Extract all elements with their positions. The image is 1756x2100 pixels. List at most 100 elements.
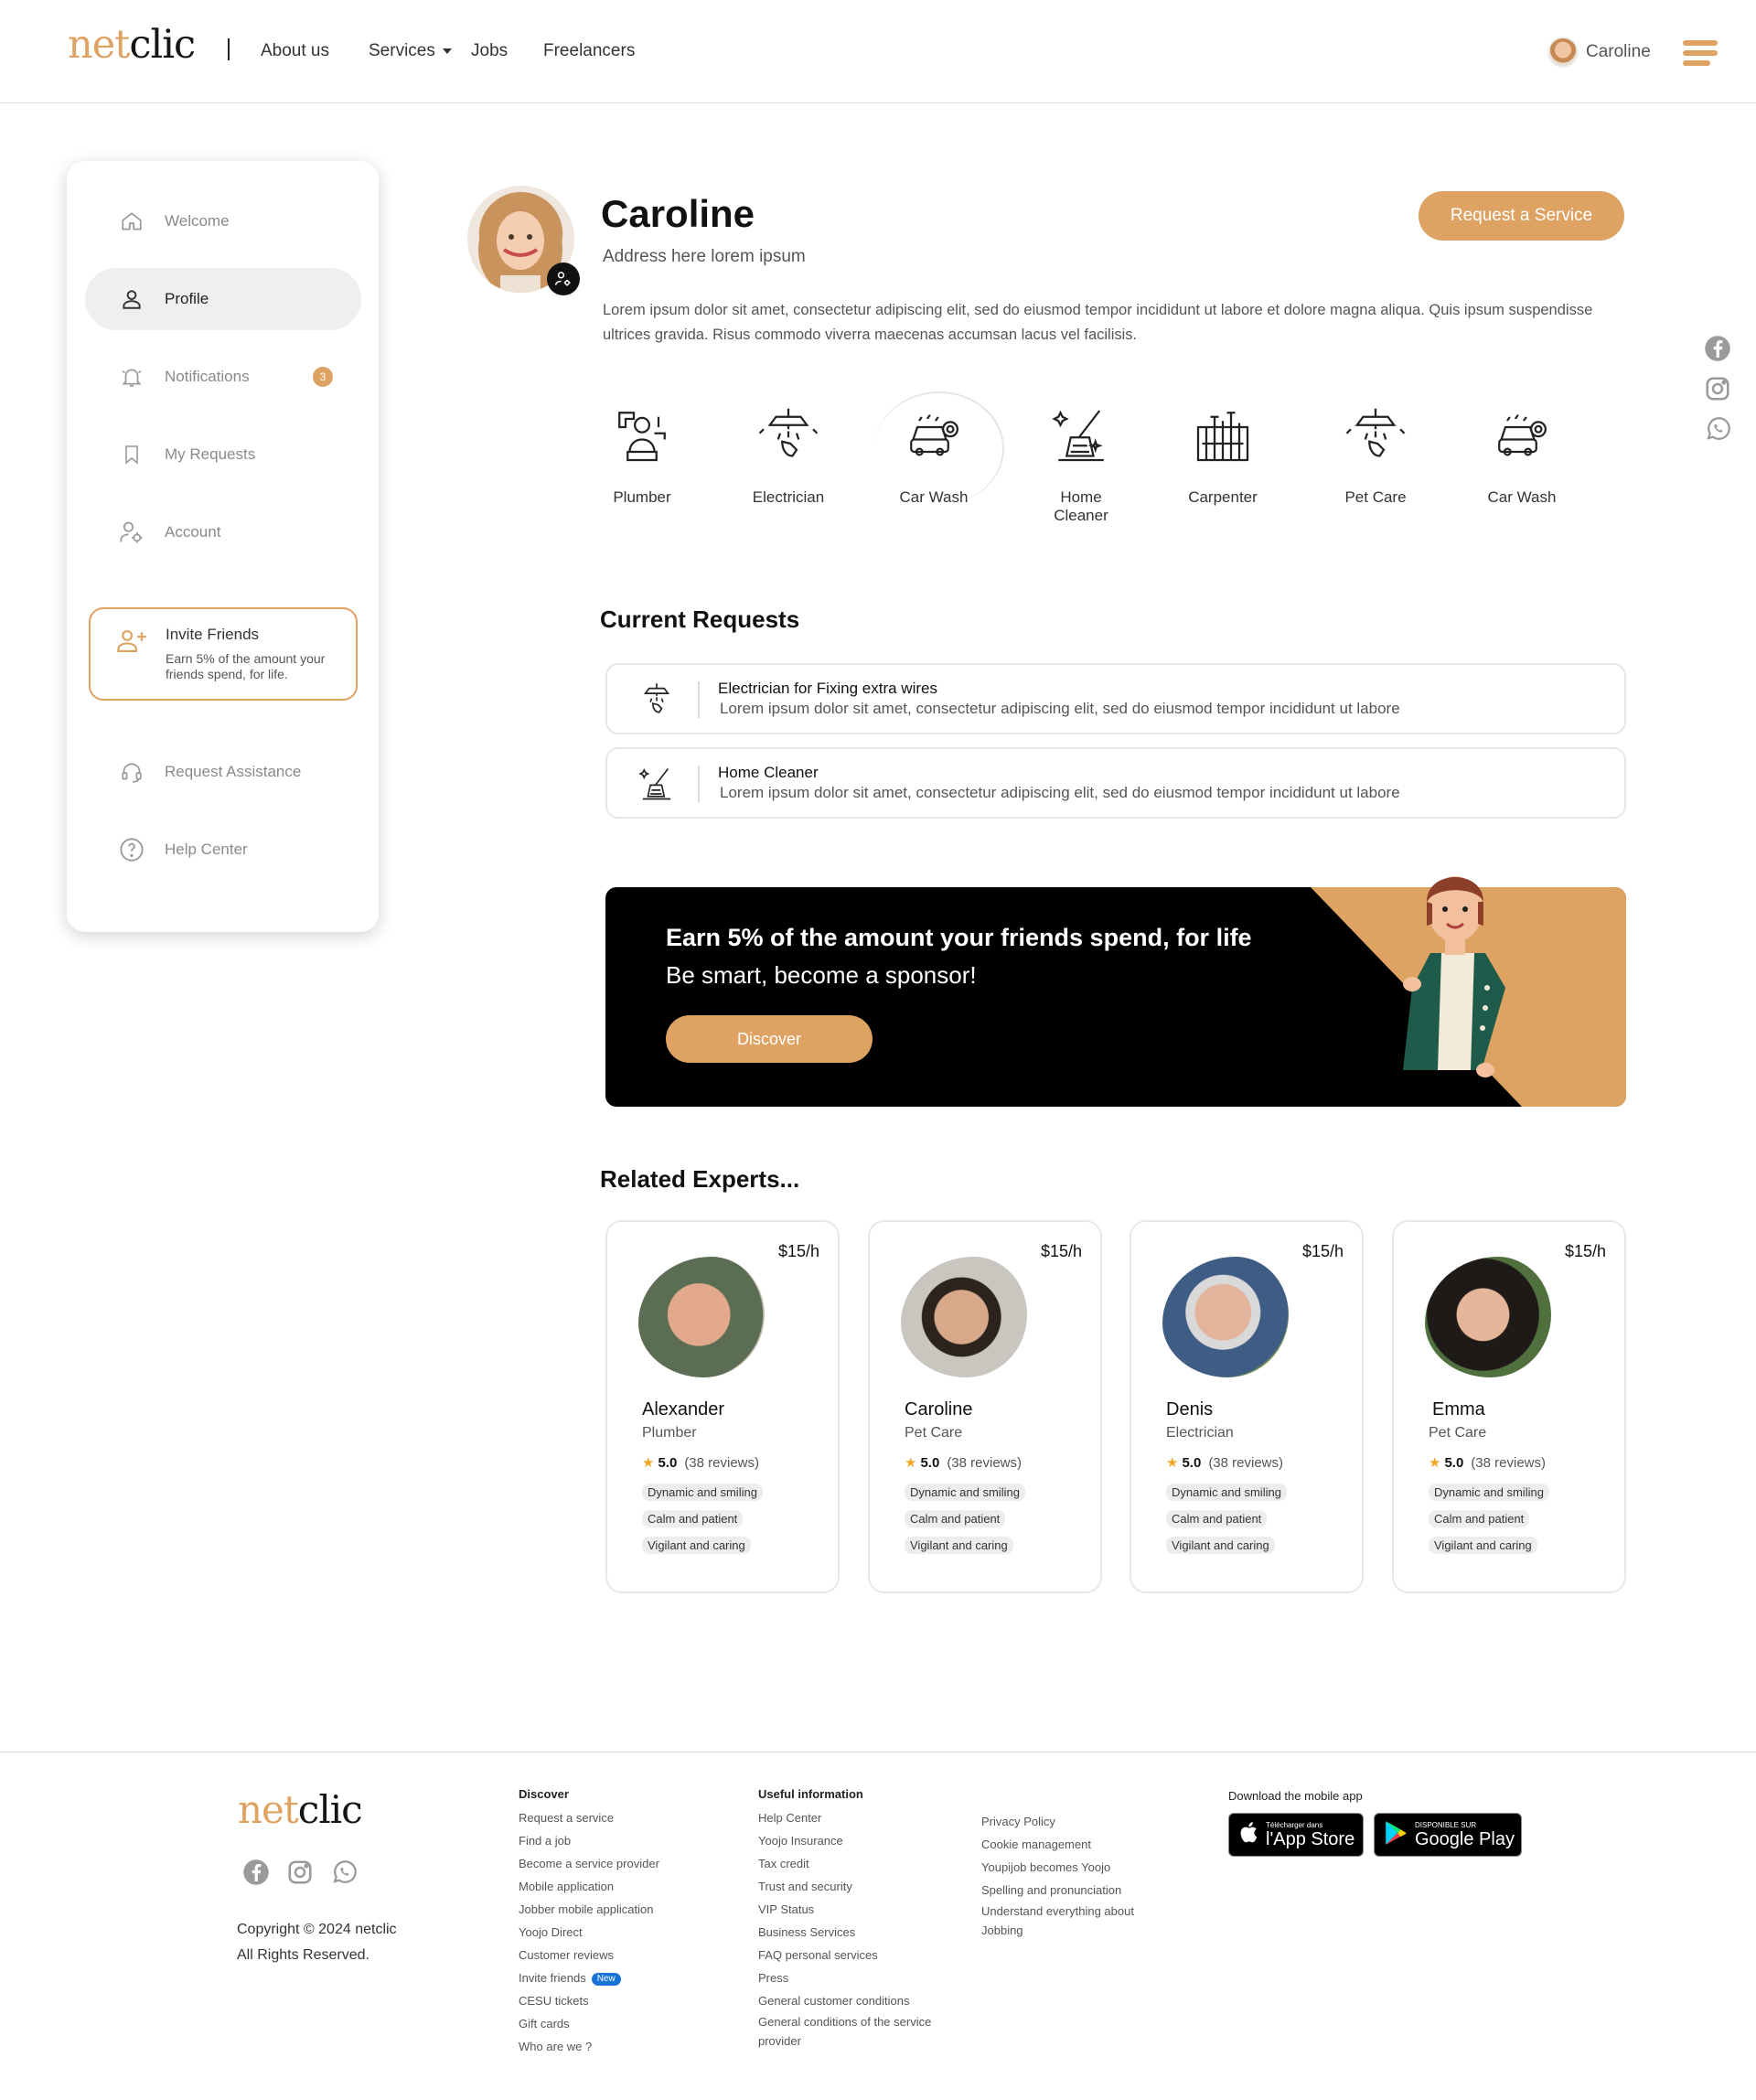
facebook-icon[interactable] [1704, 335, 1731, 362]
footer-link[interactable]: Gift cards [519, 2012, 659, 2035]
service-label: Car Wash [899, 488, 969, 506]
footer-col-legal: Privacy Policy Cookie management Youpijo… [981, 1810, 1164, 1940]
footer-link[interactable]: Who are we ? [519, 2035, 659, 2058]
expert-tag: Dynamic and smiling [905, 1484, 1025, 1501]
service-label: Pet Care [1344, 488, 1407, 506]
whatsapp-icon[interactable] [330, 1859, 358, 1886]
footer-link[interactable]: Yoojo Insurance [758, 1829, 959, 1852]
instagram-icon[interactable] [1704, 375, 1731, 402]
nav-services[interactable]: Services [369, 41, 452, 61]
avatar [1547, 37, 1579, 68]
request-title: Electrician for Fixing extra wires [718, 680, 937, 697]
nav-about[interactable]: About us [261, 41, 329, 61]
footer-link[interactable]: Youpijob becomes Yoojo [981, 1856, 1164, 1879]
request-title: Home Cleaner [718, 764, 819, 781]
google-play-small-label: DISPONIBLE SUR [1415, 1820, 1477, 1829]
facebook-icon[interactable] [242, 1859, 270, 1886]
nav-jobs[interactable]: Jobs [471, 41, 508, 61]
sidebar-item-request-assistance[interactable]: Request Assistance [85, 741, 361, 803]
service-pet-care[interactable]: Pet Care [1312, 402, 1440, 507]
invite-friends-card[interactable]: Invite Friends Earn 5% of the amount you… [89, 607, 358, 701]
netclic-logo[interactable]: netclic [68, 22, 196, 68]
expert-card[interactable]: $15/h Denis Electrician ★ 5.0 (38 reviews)… [1130, 1220, 1364, 1593]
footer-link[interactable]: General conditions of the service provid… [758, 2012, 959, 2051]
sidebar-item-profile[interactable]: Profile [85, 268, 361, 330]
user-menu[interactable]: Caroline [1547, 37, 1651, 68]
sidebar-item-notifications[interactable]: Notifications 3 [85, 346, 361, 408]
service-car-wash-2[interactable]: Car Wash [1458, 402, 1586, 507]
footer-link[interactable]: Yoojo Direct [519, 1921, 659, 1944]
download-app-title: Download the mobile app [1228, 1789, 1363, 1803]
hamburger-menu-icon[interactable] [1683, 40, 1718, 66]
expert-tag: Calm and patient [1429, 1510, 1530, 1527]
profile-name: Caroline [601, 192, 755, 235]
footer-link[interactable]: Business Services [758, 1921, 959, 1944]
sidebar-item-help-center[interactable]: Help Center [85, 819, 361, 881]
copyright: Copyright © 2024 netclic All Rights Rese… [237, 1917, 397, 1968]
footer-link[interactable]: Jobber mobile application [519, 1898, 659, 1921]
nav-freelancers[interactable]: Freelancers [543, 41, 635, 61]
expert-price: $15/h [1301, 1242, 1344, 1260]
app-store-button[interactable]: Télécharger dans l'App Store [1228, 1813, 1364, 1857]
google-play-button[interactable]: DISPONIBLE SUR Google Play [1374, 1813, 1522, 1857]
sidebar-item-my-requests[interactable]: My Requests [85, 423, 361, 486]
netclic-logo[interactable]: netclic [238, 1787, 363, 1832]
footer-link[interactable]: CESU tickets [519, 1989, 659, 2012]
footer-link[interactable]: Tax credit [758, 1852, 959, 1875]
expert-tag: Vigilant and caring [642, 1537, 751, 1554]
footer-link[interactable]: FAQ personal services [758, 1944, 959, 1966]
footer-link[interactable]: VIP Status [758, 1898, 959, 1921]
sidebar-item-account[interactable]: Account [85, 501, 361, 563]
top-header: netclic About us Services Jobs Freelance… [0, 0, 1756, 103]
related-experts-title: Related Experts... [600, 1165, 800, 1193]
expert-role: Pet Care [905, 1425, 963, 1441]
footer-link[interactable]: Cookie management [981, 1833, 1164, 1856]
edit-profile-gear-icon[interactable] [547, 262, 580, 295]
whatsapp-icon[interactable] [1704, 415, 1731, 443]
footer-link[interactable]: General customer conditions [758, 1989, 959, 2012]
copyright-text: Copyright © 2024 netclic [237, 1922, 397, 1937]
user-plus-icon [116, 627, 147, 659]
service-home-cleaner[interactable]: Home Cleaner [1017, 402, 1145, 525]
footer-link[interactable]: Become a service provider [519, 1852, 659, 1875]
footer-col-title: Useful information [758, 1787, 863, 1801]
profile-description: Lorem ipsum dolor sit amet, consectetur … [603, 302, 1593, 343]
footer-link[interactable]: Trust and security [758, 1875, 959, 1898]
discover-button[interactable]: Discover [666, 1015, 873, 1063]
service-car-wash[interactable]: Car Wash [870, 402, 998, 507]
request-service-button[interactable]: Request a Service [1419, 191, 1624, 241]
expert-name: Alexander [642, 1399, 725, 1420]
footer-link-invite[interactable]: Invite friends New [519, 1966, 659, 1989]
request-item[interactable]: Home Cleaner Lorem ipsum dolor sit amet,… [605, 747, 1626, 819]
google-play-icon [1384, 1820, 1408, 1850]
footer-link[interactable]: Press [758, 1966, 959, 1989]
service-electrician[interactable]: Electrician [724, 402, 852, 507]
footer-link[interactable]: Mobile application [519, 1875, 659, 1898]
request-description: Lorem ipsum dolor sit amet, consectetur … [720, 784, 1400, 801]
footer-link[interactable]: Customer reviews [519, 1944, 659, 1966]
home-cleaner-icon [637, 764, 677, 804]
footer-link[interactable]: Find a job [519, 1829, 659, 1852]
request-item[interactable]: Electrician for Fixing extra wires Lorem… [605, 663, 1626, 734]
service-plumber[interactable]: Plumber [578, 402, 706, 507]
footer-link[interactable]: Spelling and pronunciation [981, 1879, 1164, 1902]
footer-link[interactable]: Privacy Policy [981, 1810, 1164, 1833]
footer: netclic Copyright © 2024 netclic All Rig… [0, 1752, 1756, 2100]
star-icon: ★ [905, 1455, 917, 1471]
request-description: Lorem ipsum dolor sit amet, consectetur … [720, 700, 1400, 717]
sidebar-item-welcome[interactable]: Welcome [85, 190, 361, 252]
expert-card[interactable]: $15/h Alexander Plumber ★ 5.0 (38 reviews)… [605, 1220, 840, 1593]
expert-price: $15/h [1564, 1242, 1606, 1260]
footer-link[interactable]: Request a service [519, 1806, 659, 1829]
expert-card[interactable]: $15/h Caroline Pet Care ★ 5.0 (38 reviews)… [868, 1220, 1102, 1593]
footer-link[interactable]: Help Center [758, 1806, 959, 1829]
instagram-icon[interactable] [286, 1859, 314, 1886]
footer-col-useful: Useful information Help Center Yoojo Ins… [758, 1787, 959, 2051]
divider [698, 681, 700, 718]
expert-card[interactable]: $15/h Emma Pet Care ★ 5.0 (38 reviews) Dyn… [1392, 1220, 1626, 1593]
footer-link[interactable]: Understand everything about Jobbing [981, 1902, 1164, 1940]
user-name: Caroline [1586, 42, 1651, 61]
service-carpenter[interactable]: Carpenter [1159, 402, 1287, 507]
plumber-icon [609, 402, 675, 468]
star-icon: ★ [642, 1455, 655, 1471]
